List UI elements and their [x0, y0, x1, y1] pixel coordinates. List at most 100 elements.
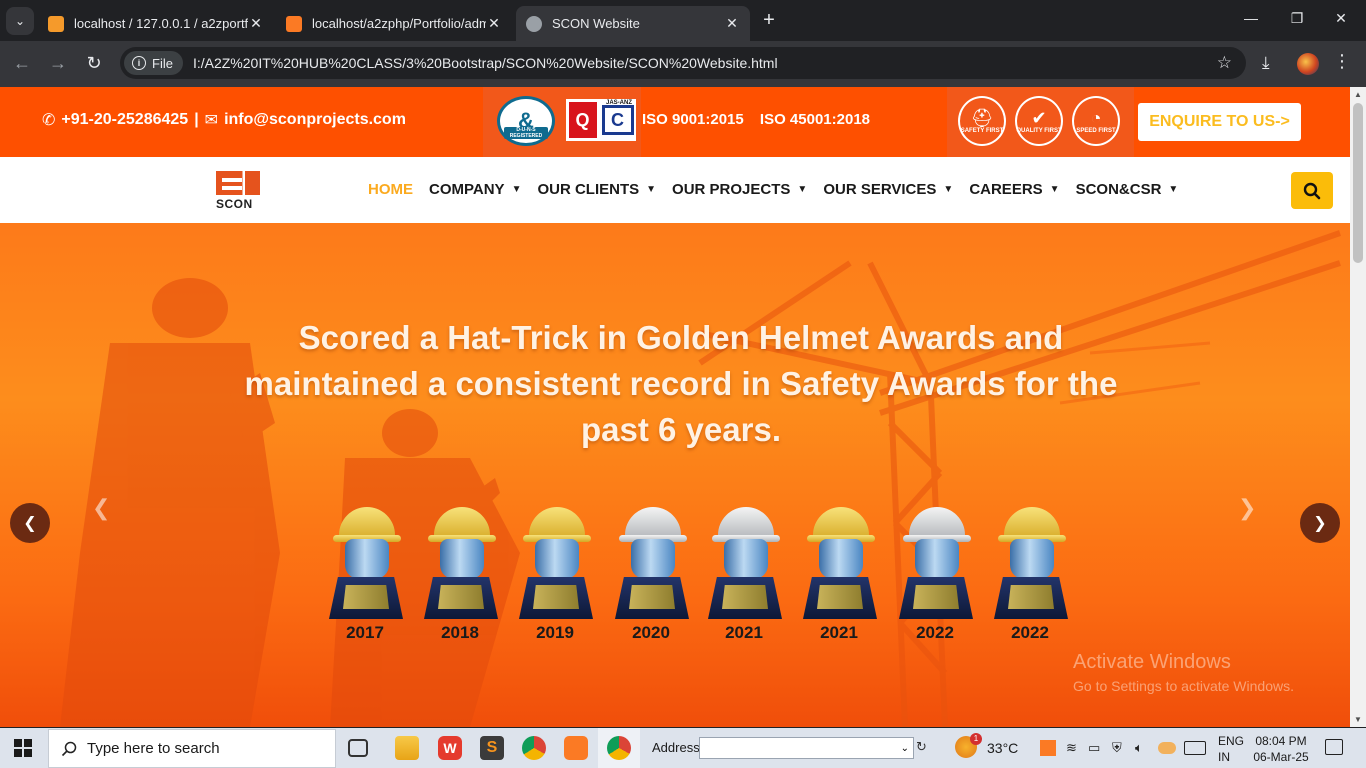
tab-portfolio-admin[interactable]: localhost/a2zphp/Portfolio/adm ✕ — [276, 6, 512, 41]
tab-scon-website[interactable]: SCON Website ✕ — [516, 6, 750, 41]
nav-item-scon-csr[interactable]: SCON&CSR ▼ — [1076, 181, 1179, 198]
caret-down-icon: ▼ — [797, 184, 808, 195]
nav-item-our-clients[interactable]: OUR CLIENTS ▼ — [537, 181, 656, 198]
caret-down-icon: ▼ — [511, 184, 522, 195]
scroll-down-arrow-icon[interactable]: ▼ — [1350, 715, 1366, 724]
notification-icon[interactable] — [1325, 739, 1343, 755]
nav-label: CAREERS — [969, 181, 1043, 198]
clock-date: 06-Mar-25 — [1253, 750, 1309, 764]
nav-menu: HOME COMPANY ▼ OUR CLIENTS ▼ OUR PROJECTS ▼… — [368, 181, 1194, 198]
sublime-text-icon[interactable]: S — [480, 736, 504, 760]
trophy-plate — [343, 585, 389, 609]
cloud-tray-icon[interactable] — [1158, 742, 1176, 754]
new-tab-plus-icon[interactable]: + — [758, 9, 780, 32]
xampp-favicon-icon — [286, 15, 302, 32]
taskbar-search-box[interactable]: Type here to search — [48, 729, 336, 768]
carousel-next-button[interactable]: ❯ — [1300, 503, 1340, 543]
nav-item-our-services[interactable]: OUR SERVICES ▼ — [823, 181, 953, 198]
download-icon[interactable]: ⤓ — [1262, 53, 1270, 73]
trophy-head — [1010, 539, 1054, 579]
phone-icon: ✆ — [42, 112, 56, 129]
scon-logo-mark-icon — [216, 171, 260, 195]
chevron-down-icon: ⌄ — [14, 14, 26, 28]
bookmark-star-icon[interactable]: ☆ — [1217, 53, 1232, 73]
xampp-tray-icon[interactable] — [1040, 740, 1056, 756]
chrome-icon[interactable] — [522, 736, 546, 760]
award-trophy: 2019 — [515, 507, 595, 645]
nav-item-company[interactable]: COMPANY ▼ — [429, 181, 521, 198]
minimize-icon[interactable]: — — [1236, 10, 1266, 26]
volume-icon[interactable]: 🔈︎ — [1135, 740, 1143, 756]
weather-badge: 1 — [970, 733, 982, 745]
email-link[interactable]: info@sconprojects.com — [224, 111, 406, 129]
close-tab-icon[interactable]: ✕ — [248, 15, 264, 32]
chevron-down-icon[interactable]: ⌄ — [901, 743, 909, 754]
back-arrow-icon[interactable]: ← — [11, 53, 33, 74]
file-explorer-icon[interactable] — [395, 736, 419, 760]
trophy-head — [819, 539, 863, 579]
tab-search-button[interactable]: ⌄ — [6, 7, 34, 35]
task-view-icon[interactable] — [348, 739, 368, 757]
more-menu-icon[interactable]: ⋮ — [1333, 51, 1351, 72]
scrollbar-thumb[interactable] — [1353, 103, 1363, 263]
language-indicator[interactable]: ENG IN — [1218, 733, 1244, 765]
carousel-prev-button[interactable]: ❮ — [10, 503, 50, 543]
trophy-plate — [533, 585, 579, 609]
duns-registered-logo: & D-U-N-S REGISTERED — [497, 96, 555, 146]
address-toolbar-input[interactable]: ⌄ — [699, 737, 914, 759]
scon-logo[interactable]: SCON — [216, 171, 262, 211]
logo-text: SCON — [216, 197, 253, 211]
iso-9001-text: ISO 9001:2015 — [642, 111, 744, 128]
award-year: 2022 — [1011, 623, 1049, 642]
chrome-active-icon[interactable] — [607, 736, 631, 760]
trophy-plate — [722, 585, 768, 609]
badge-label: QUALITY FIRST — [1016, 128, 1062, 134]
tab-phpmyadmin[interactable]: localhost / 127.0.0.1 / a2zportfo ✕ — [38, 6, 274, 41]
close-tab-icon[interactable]: ✕ — [486, 15, 502, 32]
temperature-text[interactable]: 33°C — [987, 740, 1018, 756]
scroll-up-arrow-icon[interactable]: ▲ — [1350, 90, 1366, 99]
page-scrollbar[interactable]: ▲ ▼ — [1350, 87, 1366, 727]
activate-windows-watermark: Activate Windows Go to Settings to activ… — [1073, 651, 1294, 694]
reload-icon[interactable]: ↻ — [83, 53, 105, 74]
iso-45001-text: ISO 45001:2018 — [759, 111, 871, 128]
faint-prev-arrow-icon[interactable]: ❮ — [92, 495, 110, 521]
windows-start-icon[interactable] — [14, 739, 32, 757]
wifi-icon[interactable]: ≋ — [1066, 740, 1077, 756]
wps-office-icon[interactable]: W — [438, 736, 462, 760]
address-toolbar-label: Address — [652, 740, 700, 755]
badge-label: SAFETY FIRST — [960, 128, 1004, 134]
profile-avatar[interactable] — [1297, 53, 1319, 75]
phone-link[interactable]: +91-20-25286425 — [61, 111, 188, 129]
close-window-icon[interactable]: ✕ — [1326, 10, 1356, 27]
language-code: ENG — [1218, 734, 1245, 748]
clock[interactable]: 08:04 PM 06-Mar-25 — [1253, 733, 1309, 765]
enquire-button[interactable]: ENQUIRE TO US-> — [1138, 103, 1301, 141]
award-trophy: 2017 — [325, 507, 405, 645]
forward-arrow-icon[interactable]: → — [47, 53, 69, 74]
site-info-chip[interactable]: i File — [124, 51, 183, 75]
tab-title: localhost / 127.0.0.1 / a2zportfo — [74, 16, 248, 31]
nav-label: SCON&CSR — [1075, 181, 1162, 198]
security-shield-icon[interactable]: ⛨ — [1112, 740, 1122, 756]
keyboard-icon[interactable] — [1184, 741, 1206, 755]
url-text[interactable]: I:/A2Z%20IT%20HUB%20CLASS/3%20Bootstrap/… — [193, 55, 778, 71]
nav-item-our-projects[interactable]: OUR PROJECTS ▼ — [672, 181, 807, 198]
address-bar[interactable]: i File I:/A2Z%20IT%20HUB%20CLASS/3%20Boo… — [120, 47, 1246, 79]
battery-icon[interactable]: ▭ — [1088, 740, 1100, 756]
contact-info: ✆ +91-20-25286425 | ✉ info@sconprojects.… — [42, 110, 406, 130]
address-refresh-icon[interactable]: ↻ — [916, 739, 932, 757]
weather-icon[interactable]: 1 — [955, 733, 982, 758]
faint-next-arrow-icon[interactable]: ❯ — [1238, 495, 1256, 521]
nav-item-careers[interactable]: CAREERS ▼ — [969, 181, 1059, 198]
nav-item-home[interactable]: HOME — [368, 181, 413, 198]
close-tab-icon[interactable]: ✕ — [724, 15, 740, 32]
award-year: 2020 — [632, 623, 670, 642]
caret-down-icon: ▼ — [943, 184, 954, 195]
search-button[interactable] — [1291, 172, 1333, 209]
globe-favicon-icon — [526, 15, 542, 32]
restore-icon[interactable]: ❐ — [1282, 10, 1312, 27]
speedometer-icon: ◔ — [1090, 108, 1102, 128]
xampp-icon[interactable] — [564, 736, 588, 760]
main-navbar: SCON HOME COMPANY ▼ OUR CLIENTS ▼ OUR PROJ… — [0, 157, 1350, 223]
